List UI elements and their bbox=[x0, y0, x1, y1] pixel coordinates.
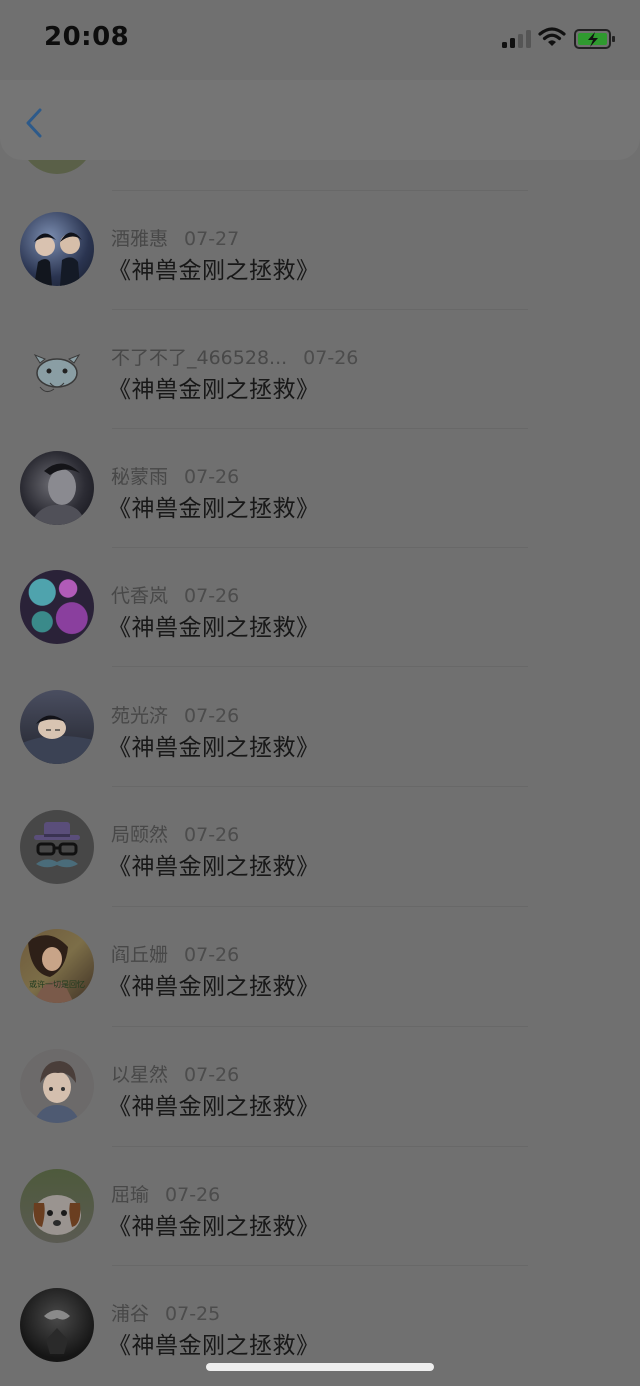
list-item[interactable]: 苑光济 07-26 《神兽金刚之拯救》 bbox=[0, 668, 640, 787]
comment-date: 07-26 bbox=[303, 347, 359, 369]
comment-date: 07-25 bbox=[165, 1303, 221, 1325]
avatar-anime-sleeping bbox=[20, 715, 94, 764]
user-name[interactable]: 秘蒙雨 bbox=[111, 466, 168, 488]
comment-date: 07-26 bbox=[184, 466, 240, 488]
comment-date: 07-26 bbox=[184, 824, 240, 846]
navigation-bar bbox=[0, 80, 640, 160]
avatar-cartoon-hamster bbox=[33, 353, 81, 393]
avatar[interactable] bbox=[20, 1288, 94, 1362]
user-name[interactable]: 酒雅惠 bbox=[111, 228, 168, 250]
comment-title[interactable]: 《神兽金刚之拯救》 bbox=[108, 489, 320, 523]
status-time: 20:08 bbox=[44, 22, 130, 52]
user-name[interactable]: 局颐然 bbox=[111, 824, 168, 846]
avatar[interactable] bbox=[20, 570, 94, 644]
comment-title[interactable]: 《神兽金刚之拯救》 bbox=[108, 1087, 320, 1121]
avatar-dark-figure bbox=[44, 1310, 70, 1354]
avatar-couple-illustration bbox=[34, 232, 82, 286]
list-item[interactable]: 屈瑜 07-26 《神兽金刚之拯救》 bbox=[0, 1147, 640, 1266]
avatar[interactable] bbox=[20, 331, 94, 405]
comment-title[interactable]: 《神兽金刚之拯救》 bbox=[108, 608, 320, 642]
list-item[interactable]: 不了不了_466528... 07-26 《神兽金刚之拯救》 bbox=[0, 310, 640, 429]
avatar-caption: 或许一切是回忆 bbox=[29, 980, 85, 989]
list-item[interactable]: 局颐然 07-26 《神兽金刚之拯救》 bbox=[0, 787, 640, 907]
user-name[interactable]: 阎丘姗 bbox=[111, 944, 168, 966]
avatar-girl-photo bbox=[28, 935, 74, 1003]
comment-title[interactable]: 《神兽金刚之拯救》 bbox=[108, 1326, 320, 1360]
user-name[interactable]: 屈瑜 bbox=[111, 1184, 149, 1206]
comment-date: 07-27 bbox=[184, 228, 240, 250]
comment-title[interactable]: 《神兽金刚之拯救》 bbox=[108, 728, 320, 762]
back-button[interactable] bbox=[20, 100, 52, 146]
divider bbox=[112, 666, 528, 667]
list-item[interactable]: 或许一切是回忆 阎丘姗 07-26 《神兽金刚之拯救》 bbox=[0, 907, 640, 1027]
avatar[interactable] bbox=[20, 212, 94, 286]
avatar[interactable] bbox=[20, 451, 94, 525]
user-name[interactable]: 不了不了_466528... bbox=[111, 347, 287, 369]
comment-date: 07-26 bbox=[165, 1184, 221, 1206]
comment-title[interactable]: 《神兽金刚之拯救》 bbox=[108, 847, 320, 881]
avatar-anime-boy bbox=[34, 1061, 80, 1123]
user-name[interactable]: 苑光济 bbox=[111, 705, 168, 727]
avatar-portrait-photo bbox=[30, 463, 86, 525]
comment-date: 07-26 bbox=[184, 705, 240, 727]
avatar-puppy-photo bbox=[33, 1195, 81, 1235]
comment-date: 07-26 bbox=[184, 944, 240, 966]
user-name[interactable]: 浦谷 bbox=[111, 1303, 149, 1325]
comment-date: 07-26 bbox=[184, 1064, 240, 1086]
list-item[interactable]: 秘蒙雨 07-26 《神兽金刚之拯救》 bbox=[0, 429, 640, 548]
status-bar: 20:08 bbox=[0, 0, 640, 80]
comment-date: 07-26 bbox=[184, 585, 240, 607]
comment-title[interactable]: 《神兽金刚之拯救》 bbox=[108, 967, 320, 1001]
comment-title[interactable]: 《神兽金刚之拯救》 bbox=[108, 370, 320, 404]
avatar[interactable] bbox=[20, 690, 94, 764]
list-item[interactable]: 代香岚 07-26 《神兽金刚之拯救》 bbox=[0, 548, 640, 667]
avatar[interactable] bbox=[20, 1169, 94, 1243]
avatar[interactable] bbox=[20, 1049, 94, 1123]
avatar-hat-glasses-mustache bbox=[34, 822, 80, 868]
user-name[interactable]: 代香岚 bbox=[111, 585, 168, 607]
battery-charging-icon bbox=[574, 29, 615, 49]
user-name[interactable]: 以星然 bbox=[111, 1064, 168, 1086]
avatar[interactable]: 或许一切是回忆 bbox=[20, 929, 94, 1003]
wifi-icon bbox=[538, 27, 566, 46]
avatar[interactable] bbox=[20, 810, 94, 884]
cellular-signal-icon bbox=[502, 30, 532, 48]
list-item[interactable]: 酒雅惠 07-27 《神兽金刚之拯救》 bbox=[0, 191, 640, 310]
list-item[interactable]: 以星然 07-26 《神兽金刚之拯救》 bbox=[0, 1027, 640, 1147]
home-indicator[interactable] bbox=[206, 1363, 434, 1371]
comment-title[interactable]: 《神兽金刚之拯救》 bbox=[108, 251, 320, 285]
comment-title[interactable]: 《神兽金刚之拯救》 bbox=[108, 1207, 320, 1241]
chevron-left-icon bbox=[26, 108, 42, 138]
